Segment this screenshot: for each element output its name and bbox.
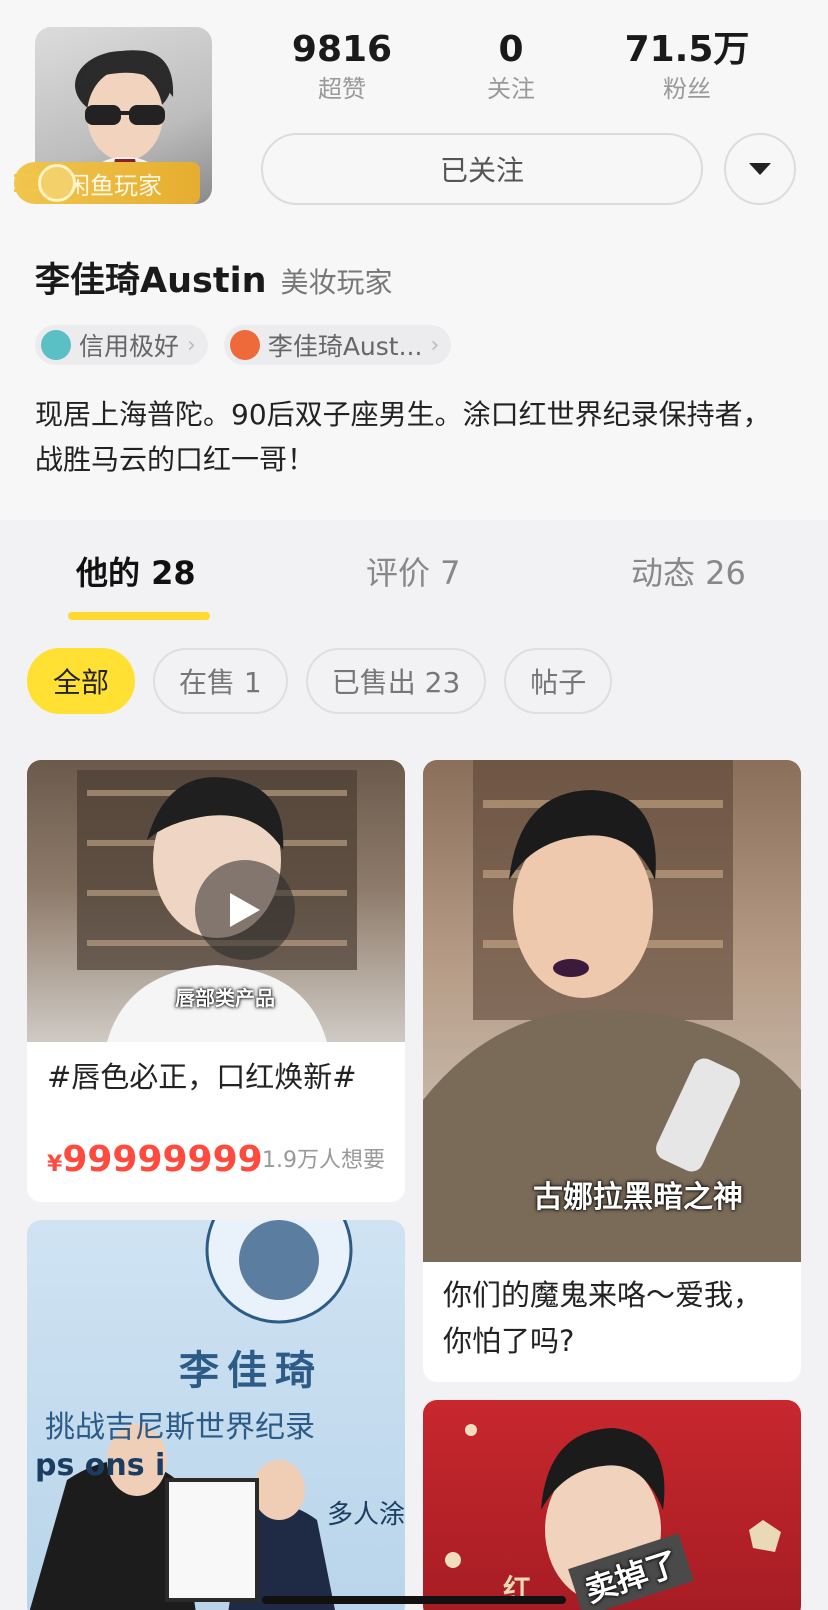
tag-credit[interactable]: 信用极好 ›	[35, 325, 208, 365]
image-subtitle: 挑战吉尼斯世界纪录	[45, 1410, 315, 1445]
bio: 现居上海普陀。90后双子座男生。涂口红世界纪录保持者，战胜马云的口红一哥！	[35, 398, 771, 476]
name-row: 李佳琦Austin 美妆玩家	[35, 252, 393, 303]
item-card[interactable]: 红 卖掉了	[423, 1400, 801, 1610]
image-caption: 古娜拉黑暗之神	[533, 1180, 743, 1215]
chevron-right-icon: ›	[187, 332, 196, 358]
item-image: 红 卖掉了	[423, 1400, 801, 1610]
filter-all[interactable]: 全部	[27, 648, 136, 714]
stat-value: 9816	[291, 29, 393, 70]
filter-chips: 全部 在售 1 已售出 23 帖子	[27, 648, 630, 714]
chevron-right-icon: ›	[430, 332, 440, 358]
tab-items[interactable]: 他的 28	[76, 548, 196, 594]
home-indicator[interactable]	[262, 1596, 566, 1604]
image-line-2: 多人涂	[327, 1500, 405, 1530]
want-count: 1.9万人想要	[262, 1148, 385, 1173]
stat-likes[interactable]: 9816 超赞	[267, 28, 417, 106]
item-title: #唇色必正，口红焕新#	[47, 1060, 357, 1094]
play-icon	[230, 893, 260, 927]
stat-fans[interactable]: 71.5万 粉丝	[612, 28, 762, 106]
play-button[interactable]	[195, 860, 295, 960]
stat-following[interactable]: 0 关注	[436, 28, 586, 106]
item-price: ¥99999999	[47, 1139, 263, 1180]
item-card[interactable]: 李佳琦 挑战吉尼斯世界纪录 ps ons i 多人涂	[27, 1220, 405, 1610]
active-tab-indicator	[68, 612, 210, 620]
filter-on-sale[interactable]: 在售 1	[153, 648, 288, 714]
tab-reviews[interactable]: 评价 7	[366, 548, 461, 594]
item-image: 李佳琦 挑战吉尼斯世界纪录 ps ons i 多人涂	[27, 1220, 405, 1610]
player-badge: 闲鱼玩家	[14, 162, 200, 204]
user-role: 美妆玩家	[280, 266, 393, 299]
stat-value: 71.5万	[624, 29, 750, 70]
item-image: 唇部类产品	[27, 760, 405, 1042]
profile-tags: 信用极好 › 李佳琦Aust... ›	[35, 325, 467, 365]
more-options-button[interactable]	[724, 133, 796, 205]
image-caption: 唇部类产品	[175, 986, 275, 1010]
badge-label: 闲鱼玩家	[66, 171, 162, 200]
stat-value: 0	[498, 29, 524, 70]
content-tabs: 他的 28 评价 7 动态 26	[0, 520, 828, 632]
filter-posts[interactable]: 帖子	[504, 648, 613, 714]
stat-label: 粉丝	[663, 75, 711, 103]
badge-wing-icon	[14, 174, 40, 192]
user-name: 李佳琦Austin	[35, 261, 267, 301]
image-title: 李佳琦	[179, 1348, 323, 1394]
tag-weibo[interactable]: 李佳琦Aust... ›	[223, 325, 452, 365]
stat-label: 关注	[487, 75, 535, 103]
item-card[interactable]: 唇部类产品 #唇色必正，口红焕新# ¥99999999 1.9万人想要	[27, 760, 405, 1202]
weibo-icon	[229, 330, 260, 360]
stat-label: 超赞	[318, 75, 366, 103]
follow-button[interactable]: 已关注	[261, 133, 703, 205]
profile-header: 闲鱼玩家 9816 超赞 0 关注 71.5万 粉丝 已关注 李佳琦Austin…	[0, 0, 828, 520]
currency-symbol: ¥	[47, 1152, 63, 1177]
caret-down-icon	[749, 163, 771, 175]
item-card[interactable]: 古娜拉黑暗之神 你们的魔鬼来咯～爱我，你怕了吗?	[423, 760, 801, 1382]
item-image: 古娜拉黑暗之神	[423, 760, 801, 1262]
filter-sold[interactable]: 已售出 23	[305, 648, 487, 714]
price-value: 99999999	[62, 1139, 263, 1180]
tab-moments[interactable]: 动态 26	[631, 548, 746, 594]
credit-icon	[41, 330, 71, 360]
tag-label: 信用极好	[79, 332, 180, 361]
xianyu-icon	[38, 164, 76, 202]
item-title: 你们的魔鬼来咯～爱我，你怕了吗?	[443, 1278, 763, 1358]
image-line: ps ons i	[35, 1448, 166, 1483]
tag-label: 李佳琦Aust...	[267, 332, 423, 361]
